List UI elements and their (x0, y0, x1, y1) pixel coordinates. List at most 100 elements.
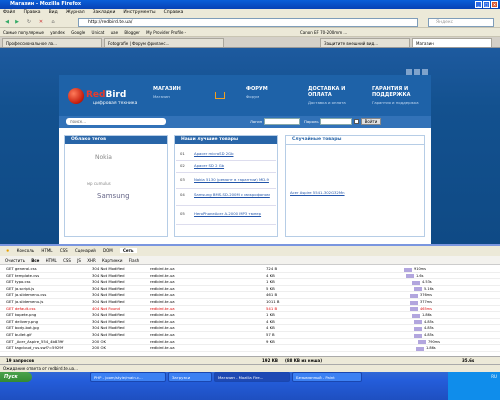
mail-small-icon[interactable] (414, 69, 420, 75)
menu-history[interactable]: Журнал (66, 9, 85, 17)
bookmark-item[interactable]: Canon EF 70-200mm ... (300, 28, 347, 36)
firebug-icon[interactable]: ✹ (6, 248, 9, 253)
minimize-button[interactable]: _ (475, 1, 482, 8)
home-icon[interactable]: ⌂ (49, 19, 57, 26)
close-button[interactable]: × (491, 1, 498, 8)
filter-css[interactable]: CSS (63, 258, 71, 263)
menu-file[interactable]: Файл (3, 9, 15, 17)
list-item[interactable]: 05 HeroPhoneAcer A-2000 MP3 тюнер (176, 211, 276, 225)
item-link[interactable]: Nokia 5130 (ремонт в гарантии) MD-9 (194, 177, 269, 182)
item-link[interactable]: HeroPhoneAcer A-2000 MP3 тюнер (194, 211, 274, 216)
menu-help[interactable]: Справка (164, 9, 184, 17)
status-text: Ожидание ответа от redbird.te.ua... (3, 366, 78, 371)
tag-cumulus[interactable]: мр cumulus (87, 181, 111, 186)
remember-checkbox[interactable] (354, 119, 359, 124)
table-row[interactable]: GET ja.slidemenu.css 304 Not Modified redb… (0, 292, 500, 299)
password-input[interactable] (320, 118, 352, 125)
list-item[interactable]: 03 Nokia 5130 (ремонт в гарантии) MD-9 (176, 177, 276, 189)
bookmark-item[interactable]: yandex (50, 30, 65, 35)
random-products-panel: Случайные товары Acer Aspire 5541-302G32… (285, 135, 425, 237)
filter-xhr[interactable]: XHR (87, 258, 96, 263)
table-row[interactable]: GET body-bot.jpg 304 Not Modified redbird.… (0, 325, 500, 332)
cart-icon[interactable] (215, 92, 225, 99)
taskbar-item[interactable]: Безымянный - Paint (292, 372, 362, 382)
menu-tools[interactable]: Инструменты (123, 9, 155, 17)
filter-js[interactable]: JS (77, 258, 81, 263)
bookmark-item[interactable]: Unicat (92, 30, 105, 35)
nav-delivery[interactable]: ДОСТАВКА И ОПЛАТА Доставка и оплата (308, 86, 364, 106)
table-row[interactable]: GET general.css 304 Not Modified redbird.t… (0, 266, 500, 273)
site-search-input[interactable]: поиск... (66, 118, 166, 125)
item-link[interactable]: Apacer microSD 2Gb (194, 151, 233, 156)
bookmark-item[interactable]: Самые популярные (3, 30, 44, 35)
nav-forum[interactable]: ФОРУМ Форум (246, 86, 296, 100)
tab-dom[interactable]: DOM (103, 248, 113, 253)
request-time: 4.53s (422, 280, 432, 285)
random-item-link[interactable]: Acer Aspire 5541-302G32Mn (290, 190, 345, 195)
filter-html[interactable]: HTML (46, 258, 57, 263)
reload-icon[interactable]: ↻ (25, 19, 33, 26)
table-row[interactable]: GET delivery.png 304 Not Modified redbird.… (0, 319, 500, 326)
table-row[interactable]: GET typo.css 304 Not Modified redbird.te.u… (0, 279, 500, 286)
table-row[interactable]: GET ja.slidemenu.js 304 Not Modified redbi… (0, 299, 500, 306)
list-item[interactable]: 01 Apacer microSD 2Gb (176, 151, 276, 161)
menu-view[interactable]: Вид (49, 9, 58, 17)
tab-1[interactable]: Профессиональное ла... (2, 38, 102, 47)
request-host: redbird.te.ua (150, 332, 175, 337)
table-row[interactable]: GET kopete.png 304 Not Modified redbird.te… (0, 312, 500, 319)
stop-icon[interactable]: ✕ (37, 19, 45, 26)
tab-active[interactable]: Магазин (412, 38, 492, 47)
tab-script[interactable]: Сценарий (75, 248, 96, 253)
table-row[interactable]: GET _Acer_Aspire_554_4b839f 200 OK redbird… (0, 339, 500, 346)
request-time: 465ms (420, 306, 432, 311)
sitemap-small-icon[interactable] (422, 69, 428, 75)
item-link[interactable]: Apacer SD 2 Gb (194, 163, 224, 168)
list-item[interactable]: 04 Samsung BMS-SD-200M с микрофоном (176, 192, 276, 206)
filter-all[interactable]: Все (31, 258, 39, 263)
tab-3[interactable]: Защитите внешний вид... (320, 38, 410, 47)
filter-clear[interactable]: Очистить (5, 258, 25, 263)
bookmark-item[interactable]: Google (71, 30, 85, 35)
bookmark-item[interactable]: My Provider Profile - (146, 30, 186, 35)
tab-css[interactable]: CSS (60, 248, 68, 253)
table-row[interactable]: GET template.css 304 Not Modified redbird.… (0, 273, 500, 280)
table-row[interactable]: GET ja.script.js 304 Not Modified redbird.… (0, 286, 500, 293)
tab-html[interactable]: HTML (41, 248, 52, 253)
search-input[interactable]: Яндекс (428, 18, 494, 27)
nav-warranty[interactable]: ГАРАНТИЯ И ПОДДЕРЖКА Гарантия и поддержк… (372, 86, 430, 106)
filter-images[interactable]: Картинки (102, 258, 122, 263)
taskbar-item-label: Безымянный - Paint (296, 375, 335, 380)
maximize-button[interactable]: □ (483, 1, 490, 8)
bookmark-item[interactable]: uae (111, 30, 118, 35)
bookmark-item[interactable]: Blogger (124, 30, 140, 35)
forward-icon[interactable]: ▶ (13, 19, 21, 26)
item-link[interactable]: Samsung BMS-SD-200M с микрофоном (194, 192, 274, 197)
tab-console[interactable]: Консоль (17, 248, 34, 253)
url-input[interactable]: http://redbird.te.ua/ (78, 18, 418, 27)
table-row[interactable]: GET tagcloud_rus.swf?=5929f 200 OK redbird… (0, 345, 500, 352)
request-status: 304 Not Modified (92, 292, 125, 298)
list-item[interactable]: 02 Apacer SD 2 Gb (176, 163, 276, 173)
tab-2[interactable]: Fotografie | Форум фриланс... (104, 38, 224, 47)
taskbar-item[interactable]: PHP - joom/style/main.c... (90, 372, 166, 382)
home-small-icon[interactable] (406, 69, 412, 75)
table-row[interactable]: GET bullet.gif 304 Not Modified redbird.te… (0, 332, 500, 339)
table-row[interactable]: GET default.css 404 Not Found redbird.te.u… (0, 306, 500, 313)
start-button[interactable]: Пуск (0, 372, 32, 382)
language-indicator[interactable]: RU (491, 374, 497, 379)
tag-nokia[interactable]: Nokia (95, 154, 112, 161)
login-input[interactable] (264, 118, 300, 125)
nav-shop[interactable]: МАГАЗИН Магазин (153, 86, 208, 100)
menu-bookmarks[interactable]: Закладки (93, 9, 116, 17)
login-button[interactable]: Войти (361, 118, 381, 125)
menu-edit[interactable]: Правка (23, 9, 40, 17)
request-url: GET general.css (6, 266, 37, 271)
random-products-title: Случайные товары (286, 136, 424, 145)
taskbar-item-active[interactable]: Магазин - Mozilla Fire... (214, 372, 290, 382)
back-icon[interactable]: ◀ (3, 19, 11, 26)
filter-flash[interactable]: Flash (129, 258, 139, 263)
tag-samsung[interactable]: Samsung (97, 192, 130, 200)
site-logo[interactable]: RedBird (86, 90, 126, 100)
taskbar-item[interactable]: Загрузки (168, 372, 212, 382)
tab-net[interactable]: Сеть (120, 248, 137, 253)
